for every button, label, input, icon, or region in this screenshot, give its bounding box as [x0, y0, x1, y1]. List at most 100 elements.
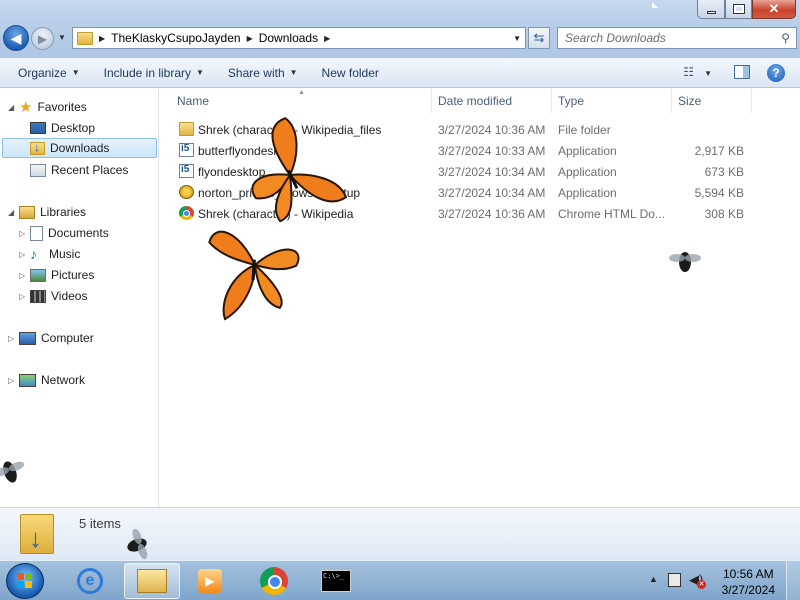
include-in-library-label: Include in library [103, 65, 191, 80]
refresh-button[interactable]: ⇆ [528, 27, 550, 49]
column-name-label: Name [177, 94, 210, 108]
chevron-right-icon[interactable]: ▶ [324, 34, 330, 43]
show-desktop-button[interactable] [786, 561, 800, 600]
column-header-type[interactable]: Type [552, 89, 672, 113]
details-pane: 5 items [0, 507, 800, 560]
search-input[interactable] [558, 28, 768, 48]
share-with-label: Share with [227, 65, 285, 80]
minimize-button[interactable] [697, 0, 725, 19]
column-type-label: Type [558, 94, 585, 108]
nav-music[interactable]: ▷ ♪ Music [19, 244, 80, 264]
collapse-triangle-icon[interactable]: ▷ [19, 271, 30, 280]
preview-pane-button[interactable] [734, 65, 750, 79]
downloads-folder-icon [20, 514, 54, 554]
file-name[interactable]: norton_private_browser_setup [198, 186, 433, 200]
nav-recent-places[interactable]: Recent Places [30, 160, 128, 180]
show-hidden-icons-button[interactable]: ▲ [649, 574, 658, 584]
taskbar: e ▶ C:\>_ ▲ ◀) ✕ 10:56 AM 3/27/2024 [0, 560, 800, 600]
file-type: File folder [558, 122, 611, 137]
column-size-label: Size [678, 94, 702, 108]
start-button[interactable] [6, 563, 44, 599]
installer-icon [179, 143, 194, 157]
folder-icon [179, 122, 194, 136]
expand-triangle-icon[interactable]: ◢ [8, 103, 19, 112]
column-date-label: Date modified [438, 94, 513, 108]
action-center-icon[interactable] [668, 573, 681, 587]
file-row[interactable]: flyondesktop 3/27/2024 10:34 AM Applicat… [160, 161, 800, 182]
chevron-right-icon[interactable]: ▶ [99, 34, 105, 43]
collapse-triangle-icon[interactable]: ▷ [19, 250, 30, 259]
breadcrumb-downloads[interactable]: Downloads [259, 31, 318, 45]
address-history-dropdown[interactable]: ▼ [513, 34, 521, 43]
nav-network[interactable]: ▷ Network [8, 370, 85, 390]
taskbar-media-player[interactable]: ▶ [184, 563, 236, 599]
file-size: 673 KB [704, 164, 744, 179]
column-header-size[interactable]: Size [672, 89, 752, 113]
file-size: 2,917 KB [694, 143, 744, 158]
nav-documents-label: Documents [48, 226, 109, 240]
breadcrumb-user[interactable]: TheKlaskyCsupoJayden [111, 31, 240, 45]
desktop-icon [30, 122, 46, 134]
help-icon[interactable]: ? [767, 64, 785, 82]
chevron-right-icon[interactable]: ▶ [247, 34, 253, 43]
expand-triangle-icon[interactable]: ◢ [8, 208, 19, 217]
new-folder-button[interactable]: New folder [314, 58, 387, 87]
documents-icon [30, 225, 43, 241]
file-name[interactable]: Shrek (character) - Wikipedia_files [198, 123, 433, 137]
collapse-triangle-icon[interactable]: ▷ [8, 376, 19, 385]
search-box[interactable]: ⚲ [557, 27, 797, 49]
share-with-button[interactable]: Share with ▼ [220, 58, 306, 87]
file-name[interactable]: flyondesktop [198, 165, 433, 179]
collapse-triangle-icon[interactable]: ▷ [8, 334, 19, 343]
forward-button[interactable]: ▶ [31, 27, 54, 50]
organize-button[interactable]: Organize ▼ [10, 58, 88, 87]
command-bar: Organize ▼ Include in library ▼ Share with… [0, 58, 800, 88]
file-name[interactable]: Shrek (character) - Wikipedia [198, 207, 433, 221]
nav-documents[interactable]: ▷ Documents [19, 223, 109, 243]
music-icon: ♪ [30, 246, 37, 262]
taskbar-chrome[interactable] [248, 563, 300, 599]
chevron-down-icon: ▼ [71, 68, 80, 77]
restore-button[interactable] [725, 0, 752, 19]
recent-pages-dropdown[interactable]: ▼ [58, 33, 66, 42]
system-tray: ▲ ◀) ✕ 10:56 AM 3/27/2024 [635, 561, 800, 600]
change-view-icon[interactable]: ☷ [683, 65, 694, 79]
file-row[interactable]: Shrek (character) - Wikipedia 3/27/2024 … [160, 203, 800, 224]
file-row[interactable]: butterflyondesktop 3/27/2024 10:33 AM Ap… [160, 140, 800, 161]
column-header-name[interactable]: Name [160, 89, 432, 113]
back-button[interactable]: ◀ [3, 25, 29, 51]
nav-computer[interactable]: ▷ Computer [8, 328, 94, 348]
norton-icon [179, 185, 194, 199]
file-row[interactable]: Shrek (character) - Wikipedia_files 3/27… [160, 119, 800, 140]
nav-favorites-label: Favorites [37, 100, 87, 114]
nav-pictures-label: Pictures [51, 268, 95, 282]
close-button[interactable]: ✕ [752, 0, 796, 19]
libraries-icon [19, 205, 35, 219]
nav-favorites[interactable]: ◢ ★ Favorites [8, 97, 87, 117]
file-row[interactable]: norton_private_browser_setup 3/27/2024 1… [160, 182, 800, 203]
command-prompt-icon: C:\>_ [321, 570, 351, 592]
nav-videos[interactable]: ▷ Videos [19, 286, 87, 306]
nav-music-label: Music [49, 247, 81, 261]
address-bar[interactable]: ▶ TheKlaskyCsupoJayden ▶ Downloads ▶ ▼ [72, 27, 526, 49]
search-icon[interactable]: ⚲ [781, 31, 790, 45]
collapse-triangle-icon[interactable]: ▷ [19, 292, 30, 301]
clock-date: 3/27/2024 [721, 583, 775, 597]
file-date: 3/27/2024 10:34 AM [438, 164, 546, 179]
nav-downloads[interactable]: Downloads [2, 138, 157, 158]
nav-pictures[interactable]: ▷ Pictures [19, 265, 94, 285]
restore-icon [732, 4, 745, 14]
sort-ascending-icon: ▲ [298, 89, 305, 96]
taskbar-internet-explorer[interactable]: e [64, 563, 116, 599]
include-in-library-button[interactable]: Include in library ▼ [96, 58, 212, 87]
taskbar-windows-explorer[interactable] [124, 563, 180, 599]
column-header-date[interactable]: Date modified [432, 89, 552, 113]
view-options-dropdown[interactable]: ▼ [704, 69, 712, 78]
collapse-triangle-icon[interactable]: ▷ [19, 229, 30, 238]
nav-libraries[interactable]: ◢ Libraries [8, 202, 86, 222]
nav-desktop[interactable]: Desktop [30, 118, 95, 138]
file-name[interactable]: butterflyondesktop [198, 144, 433, 158]
windows-explorer-icon [137, 569, 167, 593]
clock[interactable]: 10:56 AM 3/27/2024 [722, 566, 775, 598]
taskbar-command-prompt[interactable]: C:\>_ [310, 563, 362, 599]
